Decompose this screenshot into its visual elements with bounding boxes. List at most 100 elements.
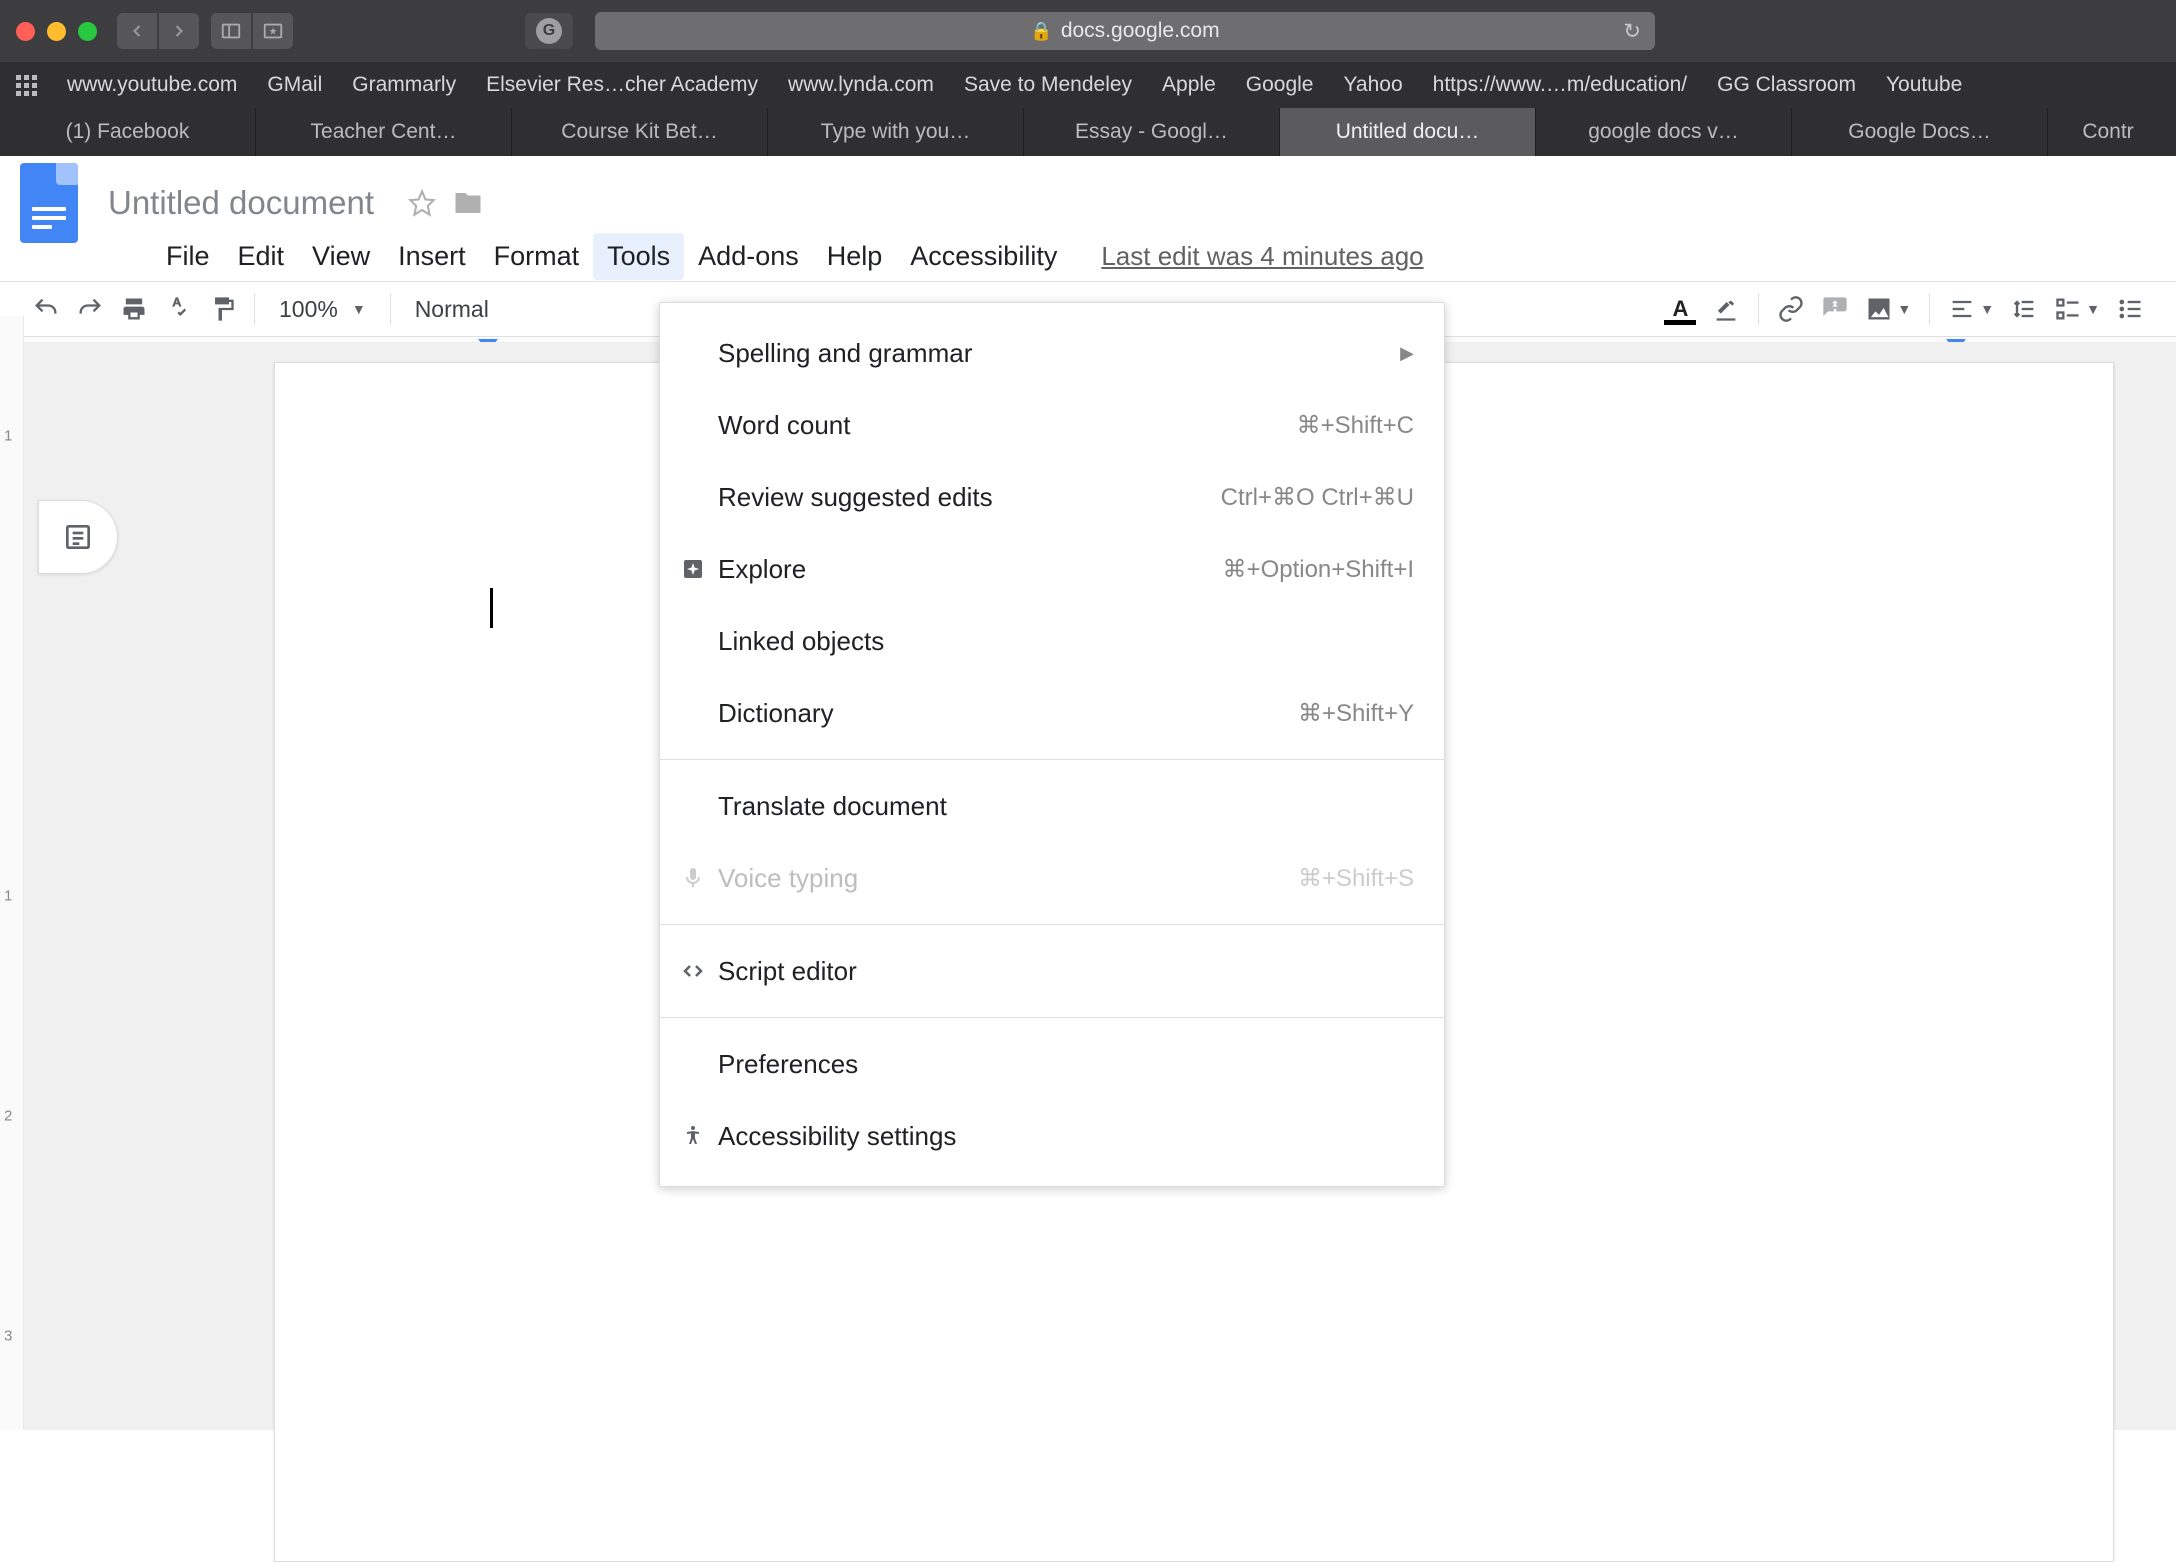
bookmark-item[interactable]: www.lynda.com — [788, 73, 934, 97]
bookmark-item[interactable]: Apple — [1162, 73, 1216, 97]
menu-file[interactable]: File — [152, 233, 224, 280]
menu-view[interactable]: View — [298, 233, 384, 280]
menu-item-script-editor[interactable]: Script editor — [660, 935, 1444, 1007]
menu-bar: FileEditViewInsertFormatToolsAdd-onsHelp… — [0, 231, 2176, 281]
insert-image-button[interactable]: ▼ — [1861, 289, 1915, 329]
star-button[interactable] — [404, 185, 440, 221]
browser-tab[interactable]: Teacher Cent… — [256, 108, 512, 156]
bookmark-item[interactable]: Grammarly — [352, 73, 456, 97]
menu-tools[interactable]: Tools — [593, 233, 684, 280]
mic-icon — [678, 866, 708, 890]
bookmark-item[interactable]: https://www.…m/education/ — [1433, 73, 1687, 97]
menu-edit[interactable]: Edit — [224, 233, 299, 280]
lock-icon: 🔒 — [1030, 21, 1052, 42]
grammarly-extension-button[interactable]: G — [525, 13, 573, 49]
menu-add-ons[interactable]: Add-ons — [684, 233, 813, 280]
menu-accessibility[interactable]: Accessibility — [896, 233, 1071, 280]
menu-item-voice-typing: Voice typing⌘+Shift+S — [660, 842, 1444, 914]
bookmark-item[interactable]: Google — [1246, 73, 1314, 97]
chevron-down-icon: ▼ — [1980, 301, 1994, 317]
menu-help[interactable]: Help — [813, 233, 897, 280]
reload-button[interactable]: ↻ — [1623, 19, 1641, 44]
browser-tab[interactable]: Contr — [2048, 108, 2168, 156]
tab-strip: (1) FacebookTeacher Cent…Course Kit Bet…… — [0, 108, 2176, 156]
highlight-color-button[interactable] — [1708, 289, 1744, 329]
print-button[interactable] — [116, 289, 152, 329]
bookmark-item[interactable]: GMail — [267, 73, 322, 97]
undo-button[interactable] — [28, 289, 64, 329]
menu-item-label: Explore — [718, 554, 806, 585]
window-controls — [16, 22, 97, 41]
nav-back-button[interactable] — [117, 13, 157, 49]
paint-format-button[interactable] — [204, 289, 240, 329]
browser-tab[interactable]: Type with you… — [768, 108, 1024, 156]
checklist-button[interactable]: ▼ — [2050, 289, 2104, 329]
bookmark-item[interactable]: Elsevier Res…cher Academy — [486, 73, 758, 97]
url-bar[interactable]: 🔒 docs.google.com ↻ — [595, 12, 1655, 50]
maximize-window-button[interactable] — [78, 22, 97, 41]
menu-item-preferences[interactable]: Preferences — [660, 1028, 1444, 1100]
menu-item-label: Translate document — [718, 791, 947, 822]
apps-button[interactable] — [16, 75, 37, 96]
bookmark-item[interactable]: www.youtube.com — [67, 73, 237, 97]
close-window-button[interactable] — [16, 22, 35, 41]
redo-button[interactable] — [72, 289, 108, 329]
menu-divider — [660, 924, 1444, 925]
menu-item-label: Voice typing — [718, 863, 858, 894]
browser-tab[interactable]: (1) Facebook — [0, 108, 256, 156]
menu-item-explore[interactable]: Explore⌘+Option+Shift+I — [660, 533, 1444, 605]
explore-icon — [678, 557, 708, 581]
menu-item-word-count[interactable]: Word count⌘+Shift+C — [660, 389, 1444, 461]
menu-format[interactable]: Format — [480, 233, 594, 280]
menu-item-linked-objects[interactable]: Linked objects — [660, 605, 1444, 677]
insert-comment-button[interactable] — [1817, 289, 1853, 329]
url-text: docs.google.com — [1061, 19, 1220, 43]
paragraph-style-select[interactable]: Normal — [405, 296, 509, 323]
menu-item-dictionary[interactable]: Dictionary⌘+Shift+Y — [660, 677, 1444, 749]
sidebar-toggle-button[interactable] — [211, 13, 251, 49]
menu-insert[interactable]: Insert — [384, 233, 480, 280]
document-title[interactable]: Untitled document — [108, 184, 374, 222]
ruler-number: 1 — [4, 428, 12, 445]
menu-item-review-suggested-edits[interactable]: Review suggested editsCtrl+⌘O Ctrl+⌘U — [660, 461, 1444, 533]
menu-item-translate-document[interactable]: Translate document — [660, 770, 1444, 842]
bulleted-list-button[interactable] — [2112, 289, 2148, 329]
bookmark-item[interactable]: Yahoo — [1343, 73, 1402, 97]
ruler-number: 3 — [4, 1328, 12, 1345]
browser-chrome: G 🔒 docs.google.com ↻ — [0, 0, 2176, 62]
menu-item-label: Preferences — [718, 1049, 858, 1080]
menu-item-accessibility-settings[interactable]: Accessibility settings — [660, 1100, 1444, 1172]
minimize-window-button[interactable] — [47, 22, 66, 41]
line-spacing-button[interactable] — [2006, 289, 2042, 329]
move-folder-button[interactable] — [450, 185, 486, 221]
nav-forward-button[interactable] — [159, 13, 199, 49]
menu-item-label: Spelling and grammar — [718, 338, 972, 369]
browser-tab[interactable]: Untitled docu… — [1280, 108, 1536, 156]
last-edit-link[interactable]: Last edit was 4 minutes ago — [1101, 241, 1423, 272]
menu-item-label: Dictionary — [718, 698, 834, 729]
browser-tab[interactable]: Course Kit Bet… — [512, 108, 768, 156]
bookmark-item[interactable]: Youtube — [1886, 73, 1962, 97]
menu-divider — [660, 1017, 1444, 1018]
insert-link-button[interactable] — [1773, 289, 1809, 329]
top-sites-button[interactable] — [253, 13, 293, 49]
align-button[interactable]: ▼ — [1944, 289, 1998, 329]
menu-item-spelling-and-grammar[interactable]: Spelling and grammar▶ — [660, 317, 1444, 389]
menu-item-label: Script editor — [718, 956, 857, 987]
bookmark-item[interactable]: GG Classroom — [1717, 73, 1856, 97]
menu-item-label: Review suggested edits — [718, 482, 993, 513]
browser-tab[interactable]: google docs v… — [1536, 108, 1792, 156]
browser-tab[interactable]: Essay - Googl… — [1024, 108, 1280, 156]
spellcheck-button[interactable] — [160, 289, 196, 329]
browser-tab[interactable]: Google Docs… — [1792, 108, 2048, 156]
vertical-ruler[interactable]: 1 1 2 3 — [0, 316, 24, 1430]
outline-toggle-button[interactable] — [38, 500, 118, 574]
docs-app-icon[interactable] — [20, 163, 78, 243]
bookmarks-bar: www.youtube.com GMail Grammarly Elsevier… — [0, 62, 2176, 108]
zoom-select[interactable]: 100%▼ — [269, 296, 376, 323]
code-icon — [678, 959, 708, 983]
text-color-button[interactable]: A — [1660, 289, 1700, 329]
ruler-number: 1 — [4, 888, 12, 905]
bookmark-item[interactable]: Save to Mendeley — [964, 73, 1132, 97]
menu-item-label: Word count — [718, 410, 850, 441]
